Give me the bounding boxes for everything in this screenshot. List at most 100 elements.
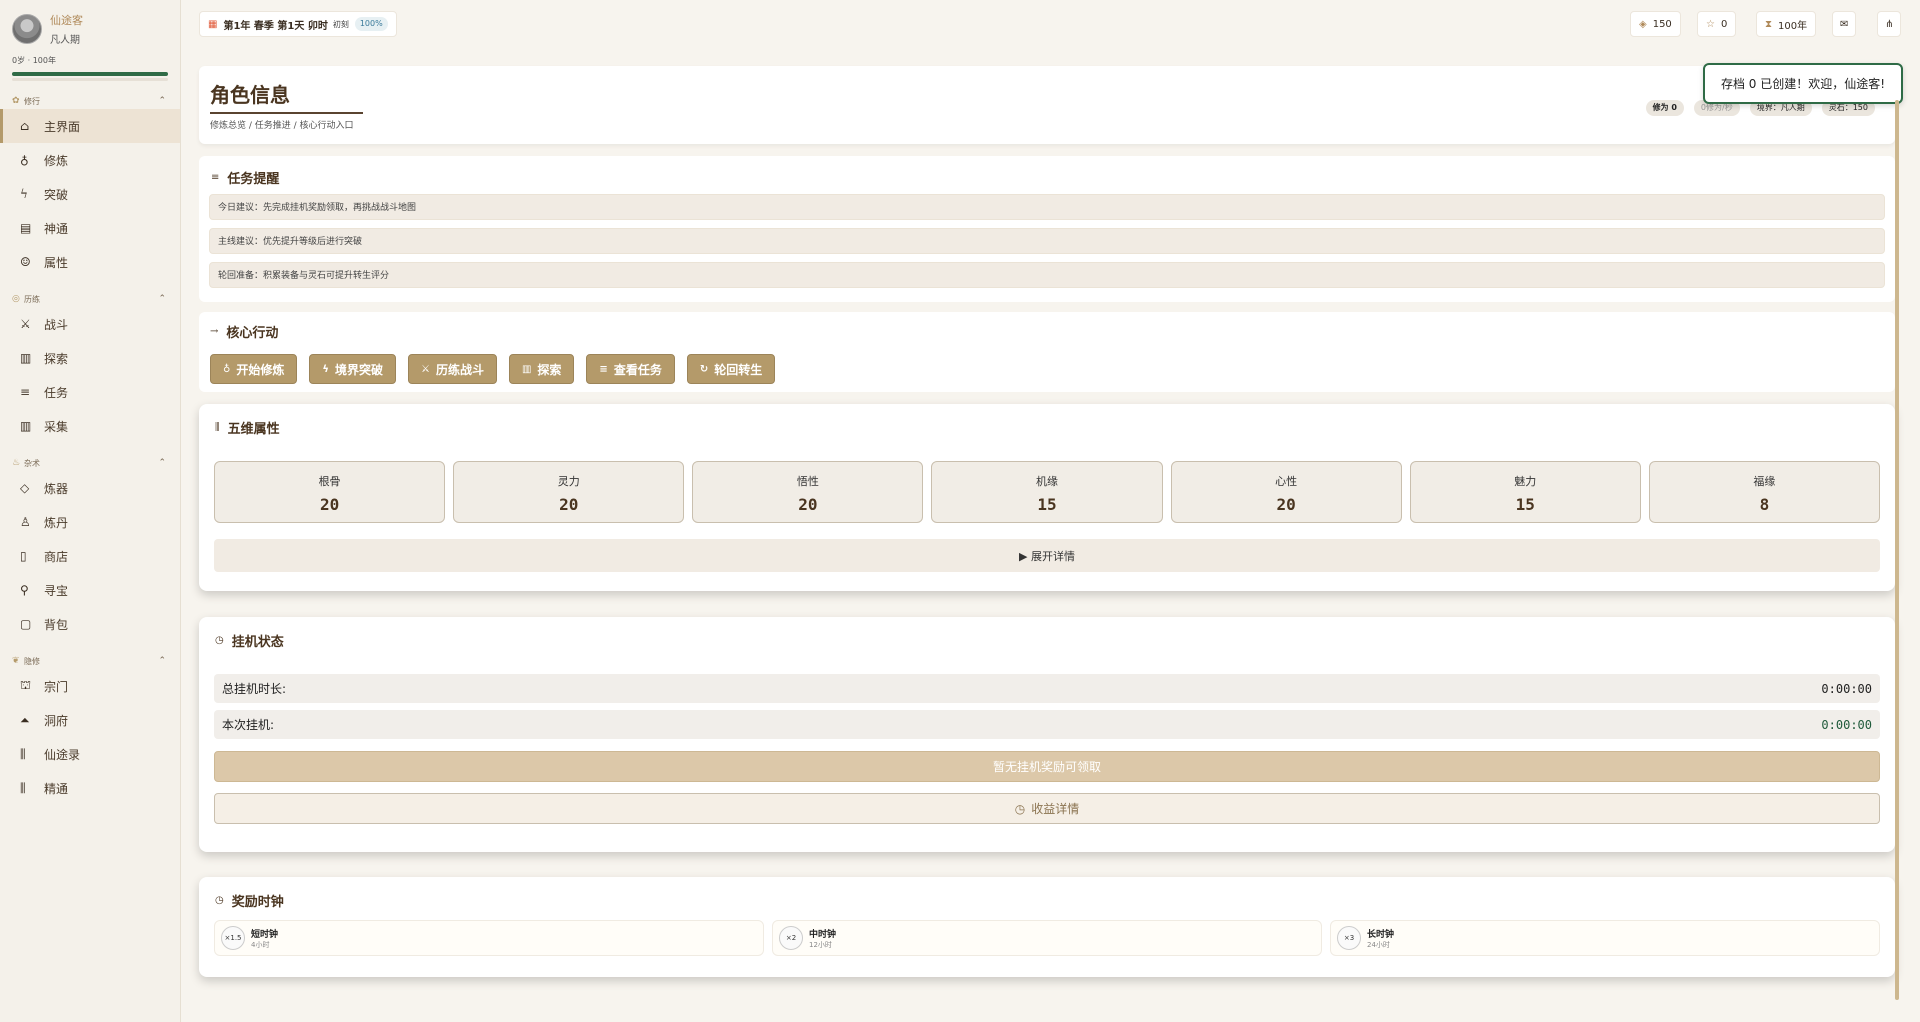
attr-root: 根骨 20 — [214, 461, 446, 523]
lightning-icon: ϟ — [20, 187, 28, 201]
sidebar-item-skills[interactable]: ▤ 神通 — [0, 211, 180, 245]
chevron-up-icon: ⌃ — [158, 458, 166, 468]
section-training[interactable]: ◎ 历练 ⌃ — [0, 291, 180, 307]
attr-fortune: 机缘 15 — [931, 461, 1163, 523]
lifespan-button[interactable]: ⧗ 100年 — [1756, 11, 1817, 37]
sidebar-item-records[interactable]: ⫼ 仙途录 — [0, 737, 180, 771]
tip-daily: 今日建议：先完成挂机奖励领取，再挑战战斗地图 — [209, 194, 1885, 220]
calendar-icon: ▦ — [208, 18, 218, 30]
section-arts[interactable]: ♨ 杂术 ⌃ — [0, 455, 180, 471]
sidebar-item-main[interactable]: ⌂ 主界面 — [0, 109, 180, 143]
avatar[interactable] — [12, 14, 42, 44]
session-idle-row: 本次挂机: 0:00:00 — [214, 710, 1880, 739]
favorites-button[interactable]: ☆ 0 — [1697, 11, 1737, 37]
page-title: 角色信息 — [210, 83, 290, 107]
tip-main: 主线建议：优先提升等级后进行突破 — [209, 228, 1885, 254]
sidebar-item-mastery[interactable]: ⫼ 精通 — [0, 771, 180, 805]
spirit-stones-button[interactable]: ◈ 150 — [1630, 11, 1681, 37]
character-header: 角色信息 修炼总览 / 任务推进 / 核心行动入口 修为 0 0修为/秒 境界：… — [199, 66, 1895, 144]
player-realm: 凡人期 — [50, 35, 80, 46]
sidebar-item-cave[interactable]: ⏶ 洞府 — [0, 703, 180, 737]
sword-icon: ⚔ — [420, 363, 430, 375]
meditate-icon: ♁ — [20, 153, 29, 167]
attr-heart: 心性 20 — [1170, 461, 1402, 523]
progress-pill: 100% — [354, 17, 388, 31]
date-display: ▦ 第1年 春季 第1天 卯时 初刻 100% — [199, 11, 397, 37]
task-reminders: ≡ 任务提醒 今日建议：先完成挂机奖励领取，再挑战战斗地图 主线建议：优先提升等级… — [199, 156, 1895, 302]
section-seclusion[interactable]: ❦ 隐修 ⌃ — [0, 653, 180, 669]
attributes-card: ⫼ 五维属性 根骨 20 灵力 20 悟性 20 机缘 15 心性 20 魅力 15 福缘 8 … — [199, 404, 1895, 591]
profile[interactable]: 仙途客 凡人期 — [0, 0, 180, 46]
clock-icon: ◷ — [1014, 801, 1026, 816]
attr-charm: 魅力 15 — [1409, 461, 1641, 523]
flame-icon: ♨ — [12, 458, 21, 468]
sidebar-item-shop[interactable]: ▯ 商店 — [0, 539, 180, 573]
page-subtitle: 修炼总览 / 任务推进 / 核心行动入口 — [210, 121, 354, 131]
attr-spirit: 灵力 20 — [453, 461, 685, 523]
sidebar-item-gather[interactable]: ▥ 采集 — [0, 409, 180, 443]
bag-icon: ▯ — [20, 549, 27, 563]
chart-icon: ⫼ — [20, 746, 26, 761]
sidebar-item-alchemy[interactable]: ♙ 炼丹 — [0, 505, 180, 539]
age-line: 0岁 · 100年 — [12, 56, 56, 65]
chevron-up-icon: ⌃ — [158, 96, 166, 106]
mail-icon: ✉ — [1840, 18, 1849, 30]
breakthrough-button[interactable]: ϟ 境界突破 — [309, 354, 396, 384]
sidebar-item-cultivate[interactable]: ♁ 修炼 — [0, 143, 180, 177]
reward-clock-card: ◷ 奖励时钟 ×1.5 短时钟 4小时 ×2 中时钟 12小时 ×3 长时钟 24小时 — [199, 877, 1895, 977]
rebirth-button[interactable]: ↻ 轮回转生 — [686, 354, 776, 384]
map-icon: ▥ — [20, 419, 32, 433]
scrollbar[interactable] — [1895, 100, 1899, 1000]
expand-details-button[interactable]: ▶ 展开详情 — [214, 539, 1880, 572]
sidebar-item-explore[interactable]: ▥ 探索 — [0, 341, 180, 375]
temple-icon: ⛫ — [20, 678, 32, 692]
long-clock[interactable]: ×3 长时钟 24小时 — [1330, 920, 1880, 956]
sword-icon: ⚔ — [20, 317, 31, 331]
medium-clock[interactable]: ×2 中时钟 12小时 — [772, 920, 1322, 956]
start-cultivate-button[interactable]: ♁ 开始修炼 — [210, 354, 298, 384]
chart-icon: ⫼ — [20, 780, 26, 795]
gem-icon: ◈ — [1639, 18, 1647, 30]
life-progress-bar — [12, 72, 168, 76]
earnings-detail-button[interactable]: ◷ 收益详情 — [214, 793, 1880, 824]
idle-status-card: ◷ 挂机状态 总挂机时长: 0:00:00 本次挂机: 0:00:00 暂无挂机奖励可… — [199, 617, 1895, 852]
stat-cultivation: 修为 0 — [1645, 100, 1684, 116]
meditate-icon: ♁ — [223, 363, 231, 375]
section-cultivation[interactable]: ✿ 修行 ⌃ — [0, 93, 180, 109]
sidebar-item-sect[interactable]: ⛫ 宗门 — [0, 669, 180, 703]
list-icon: ≡ — [211, 171, 220, 183]
bar-chart-icon: ⫼ — [215, 422, 220, 433]
gem-icon: ◇ — [20, 481, 30, 495]
list-icon: ≡ — [20, 385, 31, 399]
home-icon: ⌂ — [20, 119, 30, 133]
mail-button[interactable]: ✉ — [1832, 11, 1857, 37]
sidebar-item-forge[interactable]: ◇ 炼器 — [0, 471, 180, 505]
chevron-up-icon: ⌃ — [158, 294, 166, 304]
battle-button[interactable]: ⚔ 历练战斗 — [407, 354, 497, 384]
lightning-icon: ϟ — [322, 363, 329, 375]
sidebar-item-treasure[interactable]: ⚲ 寻宝 — [0, 573, 180, 607]
book-icon: ▤ — [20, 221, 32, 235]
view-quests-button[interactable]: ≡ 查看任务 — [586, 354, 675, 384]
flask-icon: ♙ — [20, 515, 31, 529]
sidebar-item-quests[interactable]: ≡ 任务 — [0, 375, 180, 409]
title-underline — [210, 112, 363, 114]
share-button[interactable]: ⋔ — [1877, 11, 1902, 37]
sidebar-item-breakthrough[interactable]: ϟ 突破 — [0, 177, 180, 211]
clock-icon: ◷ — [215, 635, 224, 646]
sidebar-item-backpack[interactable]: ▢ 背包 — [0, 607, 180, 641]
short-clock[interactable]: ×1.5 短时钟 4小时 — [214, 920, 764, 956]
attr-luck: 福缘 8 — [1648, 461, 1880, 523]
share-icon: ⋔ — [1885, 18, 1894, 30]
explore-button[interactable]: ▥ 探索 — [508, 354, 575, 384]
toast-notification: 存档 0 已创建！欢迎，仙途客! — [1703, 63, 1903, 104]
user-icon: ☺ — [20, 255, 31, 269]
sidebar-item-battle[interactable]: ⚔ 战斗 — [0, 307, 180, 341]
sidebar-item-attributes[interactable]: ☺ 属性 — [0, 245, 180, 279]
leaf-icon: ❦ — [12, 656, 20, 666]
hourglass-icon: ⧗ — [1765, 18, 1773, 30]
rotate-icon: ↻ — [699, 363, 709, 375]
arrow-right-icon: → — [210, 325, 219, 337]
sidebar: 仙途客 凡人期 0岁 · 100年 ✿ 修行 ⌃ ⌂ 主界面 ♁ 修炼 ϟ 突破 ▤ 神通 … — [0, 0, 181, 1022]
claim-rewards-button[interactable]: 暂无挂机奖励可领取 — [214, 751, 1880, 782]
